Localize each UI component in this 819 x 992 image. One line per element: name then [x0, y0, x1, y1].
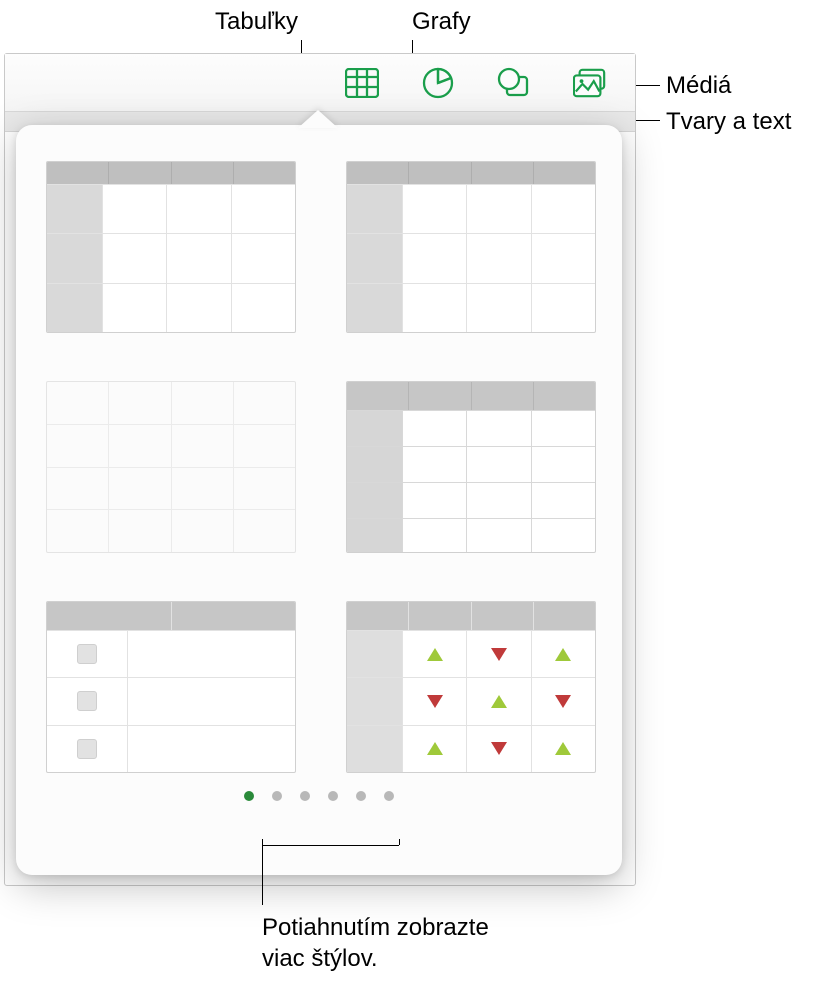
media-icon	[573, 68, 607, 98]
shape-icon	[497, 67, 531, 99]
caption-swipe-hint: Potiahnutím zobrazte viac štýlov.	[262, 912, 489, 974]
chart-icon	[422, 67, 454, 99]
table-style-option-1[interactable]	[46, 161, 296, 333]
checkbox-icon	[77, 691, 97, 711]
tables-button[interactable]	[345, 66, 379, 100]
table-styles-popover	[16, 125, 622, 875]
callout-charts: Grafy	[412, 8, 471, 36]
triangle-down-icon	[491, 648, 507, 661]
callout-shapes: Tvary a text	[666, 108, 791, 136]
checkbox-icon	[77, 644, 97, 664]
triangle-down-icon	[555, 695, 571, 708]
triangle-up-icon	[555, 742, 571, 755]
page-dot-6[interactable]	[384, 791, 394, 801]
page-indicator[interactable]	[16, 791, 622, 801]
callout-tick	[262, 839, 263, 845]
popover-arrow	[298, 110, 338, 128]
callout-line	[262, 845, 263, 905]
callout-tick	[399, 839, 400, 845]
table-style-option-4[interactable]	[346, 381, 596, 553]
page-dot-3[interactable]	[300, 791, 310, 801]
page-dot-1[interactable]	[244, 791, 254, 801]
media-button[interactable]	[573, 66, 607, 100]
triangle-down-icon	[491, 742, 507, 755]
table-style-option-2[interactable]	[346, 161, 596, 333]
page-dot-5[interactable]	[356, 791, 366, 801]
table-style-option-5[interactable]	[46, 601, 296, 773]
callout-line	[262, 845, 399, 846]
callout-media: Médiá	[666, 72, 731, 100]
caption-line1: Potiahnutím zobrazte	[262, 914, 489, 941]
shapes-button[interactable]	[497, 66, 531, 100]
page-dot-2[interactable]	[272, 791, 282, 801]
triangle-up-icon	[491, 695, 507, 708]
triangle-up-icon	[555, 648, 571, 661]
triangle-up-icon	[427, 648, 443, 661]
table-icon	[345, 68, 379, 98]
triangle-up-icon	[427, 742, 443, 755]
callout-tables: Tabuľky	[215, 8, 298, 36]
table-styles-grid	[16, 125, 622, 765]
table-style-option-6[interactable]	[346, 601, 596, 773]
toolbar	[5, 54, 635, 112]
triangle-down-icon	[427, 695, 443, 708]
caption-line2: viac štýlov.	[262, 945, 378, 972]
checkbox-icon	[77, 739, 97, 759]
page-dot-4[interactable]	[328, 791, 338, 801]
table-style-option-3[interactable]	[46, 381, 296, 553]
charts-button[interactable]	[421, 66, 455, 100]
